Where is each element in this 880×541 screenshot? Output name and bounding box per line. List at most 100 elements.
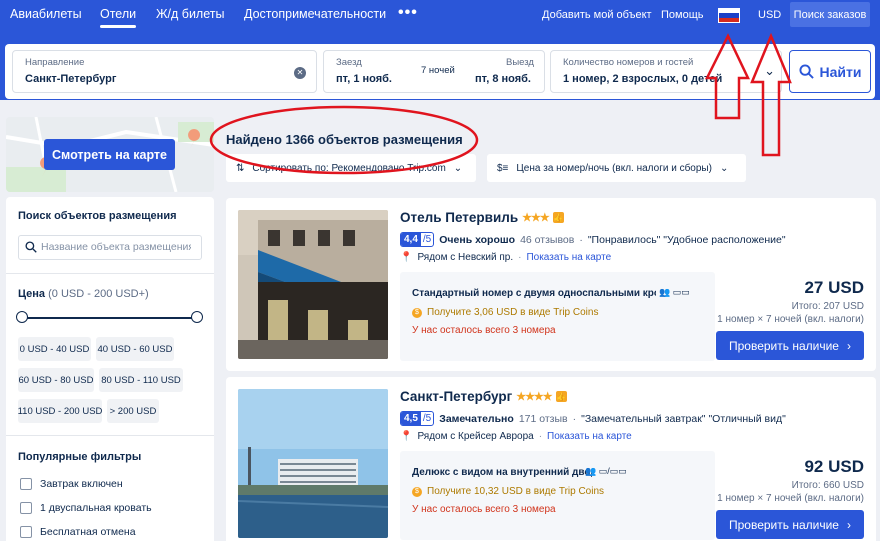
trip-coins-row: $ Получите 10,32 USD в виде Trip Coins <box>412 486 604 497</box>
hotel-name-text[interactable]: Санкт-Петербург <box>400 389 512 404</box>
price-chip[interactable]: 80 USD - 110 USD <box>99 368 183 392</box>
find-label: Найти <box>819 63 862 80</box>
hotel-name[interactable]: Отель Петервиль ★★★ 👍 <box>400 210 564 225</box>
find-orders-button[interactable]: Поиск заказов <box>790 2 870 27</box>
property-search-box[interactable] <box>18 235 202 260</box>
price-slider-min-handle[interactable] <box>16 311 28 323</box>
room-offer[interactable]: Стандартный номер с двумя односпальными … <box>400 272 715 361</box>
filter-label: Бесплатная отмена <box>40 526 136 538</box>
property-search-title: Поиск объектов размещения <box>18 210 177 222</box>
price-chip[interactable]: > 200 USD <box>107 399 159 423</box>
show-on-map-link[interactable]: Показать на карте <box>547 431 632 442</box>
checkout-label: Выезд <box>506 57 534 68</box>
price-chip[interactable]: 0 USD - 40 USD <box>18 337 91 361</box>
total-price: Итого: 660 USD <box>791 480 864 491</box>
hotel-name-text[interactable]: Отель Петервиль <box>400 210 518 225</box>
check-availability-button[interactable]: Проверить наличие › <box>716 331 864 360</box>
filter-panel: Поиск объектов размещения Цена (0 USD - … <box>6 197 214 541</box>
view-on-map-button[interactable]: Смотреть на карте <box>44 139 175 170</box>
nightly-price: 27 USD <box>804 278 864 297</box>
nav-flights[interactable]: Авиабилеты <box>10 7 82 21</box>
price-mode-dropdown[interactable]: $≡ Цена за номер/ночь (вкл. налоги и сбо… <box>487 154 746 182</box>
chevron-down-icon: ⌄ <box>453 162 463 174</box>
hotel-card[interactable]: Отель Петервиль ★★★ 👍 4,4/5 Очень хорошо… <box>226 198 876 371</box>
nav-attractions[interactable]: Достопримечательности <box>244 7 386 21</box>
checkbox[interactable] <box>20 502 32 514</box>
price-chip[interactable]: 40 USD - 60 USD <box>96 337 174 361</box>
total-price: Итого: 207 USD <box>791 301 864 312</box>
destination-label: Направление <box>25 57 85 68</box>
search-icon <box>798 64 814 79</box>
sort-dropdown[interactable]: ⇅ Сортировать по: Рекомендовано Trip.com… <box>226 154 476 182</box>
review-count[interactable]: 171 отзыв <box>519 413 568 425</box>
hotel-card[interactable]: Санкт-Петербург ★★★★ 👍 4,5/5 Замечательн… <box>226 377 876 541</box>
score-value: 4,4 <box>401 233 421 246</box>
currency-selector[interactable]: USD <box>758 9 781 21</box>
price-mode-icon: $≡ <box>497 162 509 174</box>
popular-filters-title: Популярные фильтры <box>18 451 142 463</box>
filter-free-cancellation[interactable]: Бесплатная отмена <box>20 526 136 538</box>
checkout-value: пт, 8 нояб. <box>475 73 531 85</box>
dates-field[interactable]: Заезд пт, 1 нояб. 7 ночей Выезд пт, 8 но… <box>323 50 545 93</box>
separator: · <box>572 412 577 425</box>
price-slider-track[interactable] <box>22 317 198 319</box>
check-availability-button[interactable]: Проверить наличие › <box>716 510 864 539</box>
destination-value: Санкт-Петербург <box>25 73 117 85</box>
checkbox[interactable] <box>20 478 32 490</box>
search-icon <box>25 241 37 253</box>
add-property-link[interactable]: Добавить мой объект <box>542 9 652 21</box>
more-icon[interactable]: ••• <box>398 4 418 22</box>
hotel-name[interactable]: Санкт-Петербург ★★★★ 👍 <box>400 389 567 404</box>
chevron-right-icon: › <box>846 338 851 353</box>
chevron-down-icon: ⌄ <box>764 63 775 78</box>
chevron-down-icon: ⌄ <box>719 162 729 174</box>
show-on-map-link[interactable]: Показать на карте <box>526 252 611 263</box>
nav-hotels[interactable]: Отели <box>100 7 137 28</box>
trip-coins-text: Получите 10,32 USD в виде Trip Coins <box>427 486 605 497</box>
trip-coins-text: Получите 3,06 USD в виде Trip Coins <box>427 307 599 318</box>
hotel-photo[interactable] <box>238 389 388 538</box>
clear-icon[interactable]: ✕ <box>294 67 306 79</box>
nightly-price: 92 USD <box>804 457 864 476</box>
sort-label: Сортировать по: Рекомендовано Trip.com <box>252 162 446 174</box>
location-row: 📍 Рядом с Невский пр. · Показать на карт… <box>400 252 611 263</box>
score-max: /5 <box>422 234 432 245</box>
russian-flag-icon[interactable] <box>718 8 740 23</box>
filter-double-bed[interactable]: 1 двуспальная кровать <box>20 502 152 514</box>
guests-beds-icon: 👥 ▭▭ <box>659 287 690 297</box>
thumbs-up-badge-icon: 👍 <box>555 391 567 402</box>
filter-breakfast[interactable]: Завтрак включен <box>20 478 123 490</box>
chevron-right-icon: › <box>846 517 851 532</box>
help-link[interactable]: Помощь <box>661 9 704 21</box>
room-offer[interactable]: Делюкс с видом на внутренний двор 👥 ▭/▭▭… <box>400 451 715 540</box>
map-preview[interactable]: Смотреть на карте <box>6 117 214 192</box>
guests-field[interactable]: Количество номеров и гостей 1 номер, 2 в… <box>550 50 782 93</box>
rooms-left: У нас осталось всего 3 номера <box>412 504 556 515</box>
review-count[interactable]: 46 отзывов <box>520 234 574 246</box>
price-title: Цена <box>18 288 46 300</box>
price-chip[interactable]: 110 USD - 200 USD <box>18 399 102 423</box>
hotel-photo[interactable] <box>238 210 388 359</box>
price-chip[interactable]: 60 USD - 80 USD <box>18 368 94 392</box>
results-count: Найдено 1366 объектов размещения <box>226 132 463 147</box>
property-search-input[interactable] <box>41 241 191 253</box>
divider <box>6 273 214 274</box>
sort-icon: ⇅ <box>236 162 245 174</box>
filter-label: 1 двуспальная кровать <box>40 502 152 514</box>
star-rating-icon: ★★★ <box>522 212 550 224</box>
coin-icon: $ <box>412 486 422 497</box>
rating-label: Замечательно <box>439 412 514 425</box>
hotel-photo-image <box>238 210 388 359</box>
location-pin-icon: 📍 <box>400 431 413 442</box>
location-text: Рядом с Невский пр. <box>417 252 514 263</box>
separator: · <box>518 252 522 263</box>
nav-trains[interactable]: Ж/д билеты <box>156 7 224 21</box>
checkbox[interactable] <box>20 526 32 538</box>
find-button[interactable]: Найти <box>789 50 871 93</box>
price-slider-max-handle[interactable] <box>191 311 203 323</box>
filter-label: Завтрак включен <box>40 478 123 490</box>
main-nav: Авиабилеты Отели Ж/д билеты Достопримеча… <box>0 0 880 30</box>
location-text: Рядом с Крейсер Аврора <box>417 431 534 442</box>
destination-field[interactable]: Направление Санкт-Петербург ✕ <box>12 50 317 93</box>
review-tags: "Понравилось" "Удобное расположение" <box>587 233 786 246</box>
